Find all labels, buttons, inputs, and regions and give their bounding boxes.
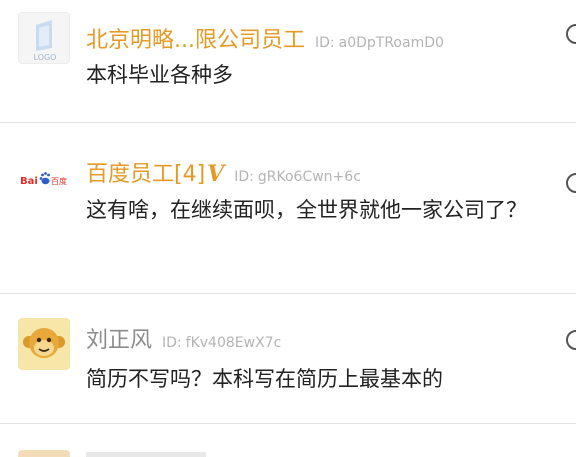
user-id: a0DpTRoamD0: [338, 35, 444, 51]
baidu-logo-icon: Bai 百度: [20, 172, 67, 187]
baidu-logo-text: Bai: [20, 176, 38, 187]
avatar[interactable]: Bai 百度: [18, 153, 70, 205]
reply-icon[interactable]: [566, 24, 576, 44]
id-label: ID:: [314, 35, 335, 51]
comment-text: 本科毕业各种多: [86, 63, 233, 87]
verified-badge: V: [207, 161, 225, 187]
logo-placeholder-text: LOGO: [34, 53, 57, 62]
comment-text: 这有啥，在继续面呗，全世界就他一家公司了？: [86, 198, 527, 222]
comment-header: 刘正风 ID: fKv408EwX7c: [86, 322, 281, 354]
avatar[interactable]: LOGO: [18, 12, 70, 64]
username[interactable]: 刘正风: [86, 322, 152, 354]
reply-icon[interactable]: [566, 173, 576, 193]
id-label: ID:: [162, 335, 182, 351]
monkey-avatar-icon: [23, 328, 65, 358]
avatar[interactable]: [18, 450, 70, 457]
comment-text: 简历不写吗？本科写在简历上最基本的: [86, 367, 443, 391]
logo-placeholder-icon: LOGO: [34, 20, 57, 62]
username-partial: [86, 452, 206, 457]
comment-item: Bai 百度 百度员工[4] V ID: gRKo6Cwn+6c 这有啥，在继续…: [0, 123, 576, 293]
comment-item-partial: [0, 424, 576, 457]
avatar[interactable]: [18, 318, 70, 370]
username[interactable]: 百度员工[4]: [86, 156, 205, 188]
reply-icon[interactable]: [566, 330, 576, 350]
comment-item: 刘正风 ID: fKv408EwX7c 简历不写吗？本科写在简历上最基本的: [0, 294, 576, 422]
id-label: ID:: [234, 169, 254, 185]
baidu-logo-text: 百度: [51, 176, 67, 186]
comment-header: 北京明略...限公司员工 ID: a0DpTRoamD0: [86, 22, 444, 54]
comment-header: 百度员工[4] V ID: gRKo6Cwn+6c: [86, 156, 361, 188]
user-id: fKv408EwX7c: [185, 335, 282, 351]
username[interactable]: 北京明略...限公司员工: [86, 22, 305, 54]
comment-item: LOGO 北京明略...限公司员工 ID: a0DpTRoamD0 本科毕业各种…: [0, 0, 576, 121]
user-id: gRKo6Cwn+6c: [257, 169, 361, 185]
